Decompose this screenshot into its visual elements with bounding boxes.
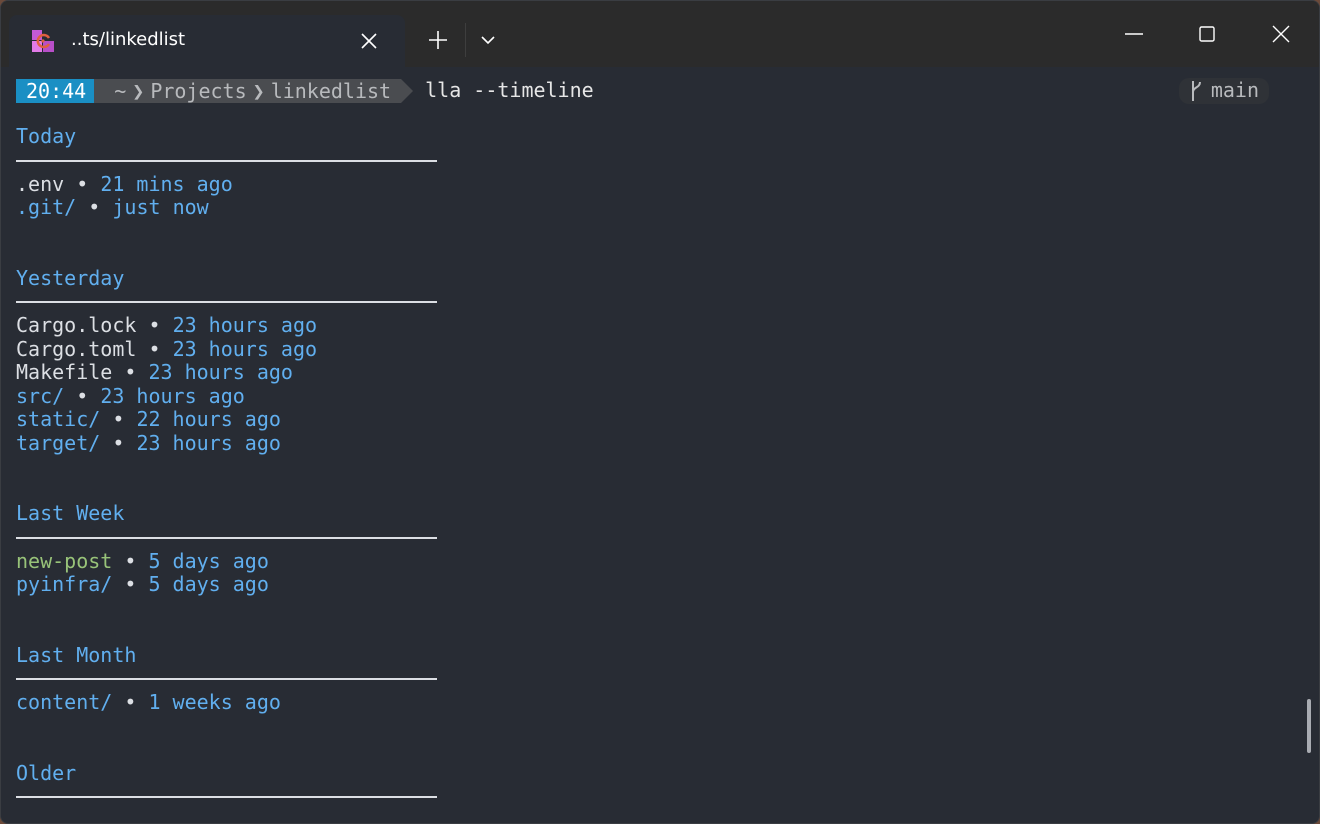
entry-name: content/ [16, 690, 113, 714]
file-entry: new-post • 5 days ago [16, 548, 436, 574]
bullet-separator: • [112, 430, 125, 455]
new-tab-icon[interactable] [425, 27, 451, 53]
path-segment: ~ [114, 79, 127, 103]
bullet-separator: • [76, 383, 89, 408]
prompt-path: ~ ❯ Projects ❯ linkedlist [94, 79, 413, 103]
entry-time: 23 hours ago [172, 313, 318, 337]
entry-time: 5 days ago [148, 548, 269, 573]
section-title: Last Week [16, 501, 125, 525]
file-entry: .git/ • just now [16, 195, 436, 220]
close-tab-icon[interactable] [357, 29, 381, 53]
command-text: lla --timeline [425, 78, 594, 103]
entry-name: .git/ [16, 195, 77, 219]
entry-time: 23 hours ago [136, 430, 281, 455]
section-title: Last Month [16, 642, 137, 667]
git-branch-badge: main [1178, 78, 1269, 104]
entry-time: just now [112, 195, 209, 219]
prompt-line: 20:44 ~ ❯ Projects ❯ linkedlist lla --ti… [16, 79, 594, 103]
file-entry: .env • 21 mins ago [16, 171, 436, 197]
chevron-right-icon: ❯ [252, 79, 265, 103]
title-bar: ..ts/linkedlist [1, 1, 1319, 67]
entry-name: new-post [16, 548, 113, 573]
minimize-icon[interactable] [1119, 19, 1149, 49]
tab-linkedlist[interactable]: ..ts/linkedlist [9, 15, 405, 67]
tab-title: ..ts/linkedlist [71, 29, 186, 50]
bullet-separator: • [112, 407, 125, 431]
entry-time: 22 hours ago [136, 407, 281, 431]
section-title: Older [16, 760, 77, 785]
scrollbar-thumb[interactable] [1307, 699, 1311, 753]
section-divider [16, 536, 437, 539]
entry-time: 5 days ago [148, 572, 269, 596]
file-entry: static/ • 22 hours ago [16, 407, 436, 432]
chevron-down-icon[interactable] [475, 27, 501, 53]
entry-name: Cargo.lock [16, 313, 137, 337]
bullet-separator: • [76, 171, 89, 196]
entry-time: 23 hours ago [148, 360, 293, 384]
entry-time: 23 hours ago [100, 383, 245, 408]
section-title: Today [16, 124, 77, 148]
entry-name: static/ [16, 407, 101, 431]
prompt-time: 20:44 [16, 79, 107, 103]
file-entry: content/ • 1 weeks ago [16, 690, 436, 715]
entry-time: 23 hours ago [172, 336, 318, 361]
section-title: Yesterday [16, 265, 125, 290]
entry-name: .env [16, 171, 65, 196]
bullet-separator: • [148, 313, 161, 337]
entry-name: Cargo.toml [16, 336, 137, 361]
path-segment: linkedlist [270, 79, 392, 103]
section-divider [16, 301, 437, 303]
file-entry: Cargo.toml • 23 hours ago [16, 336, 436, 362]
git-branch-icon [1191, 81, 1201, 101]
entry-time: 21 mins ago [100, 171, 233, 196]
bullet-separator: • [124, 572, 137, 596]
bullet-separator: • [148, 336, 161, 361]
terminal-window: ..ts/linkedlist 20:44 ~ ❯ Projects ❯ lin… [0, 0, 1320, 824]
git-branch-name: main [1210, 78, 1259, 103]
file-entry: src/ • 23 hours ago [16, 383, 436, 409]
timeline-list: Today .env • 21 mins ago .git/ • just now Y… [16, 124, 437, 809]
divider [465, 23, 466, 57]
bullet-separator: • [124, 360, 137, 384]
section-divider [16, 796, 437, 798]
entry-name: src/ [16, 383, 65, 408]
section-divider [16, 159, 437, 162]
entry-time: 1 weeks ago [148, 690, 281, 714]
section-divider [16, 678, 437, 680]
entry-name: Makefile [16, 360, 113, 384]
bullet-separator: • [88, 195, 101, 219]
file-entry: target/ • 23 hours ago [16, 430, 436, 456]
file-entry: Cargo.lock • 23 hours ago [16, 313, 436, 338]
chevron-right-icon: ❯ [132, 79, 145, 103]
terminal-app-icon [32, 30, 54, 52]
terminal-output[interactable]: 20:44 ~ ❯ Projects ❯ linkedlist lla --ti… [1, 67, 1319, 823]
bullet-separator: • [124, 690, 137, 714]
file-entry: Makefile • 23 hours ago [16, 360, 436, 385]
bullet-separator: • [124, 548, 137, 573]
path-segment: Projects [150, 79, 247, 103]
entry-name: pyinfra/ [16, 572, 113, 596]
file-entry: pyinfra/ • 5 days ago [16, 572, 436, 597]
close-window-icon[interactable] [1266, 19, 1296, 49]
entry-name: target/ [16, 430, 101, 455]
maximize-icon[interactable] [1192, 19, 1222, 49]
